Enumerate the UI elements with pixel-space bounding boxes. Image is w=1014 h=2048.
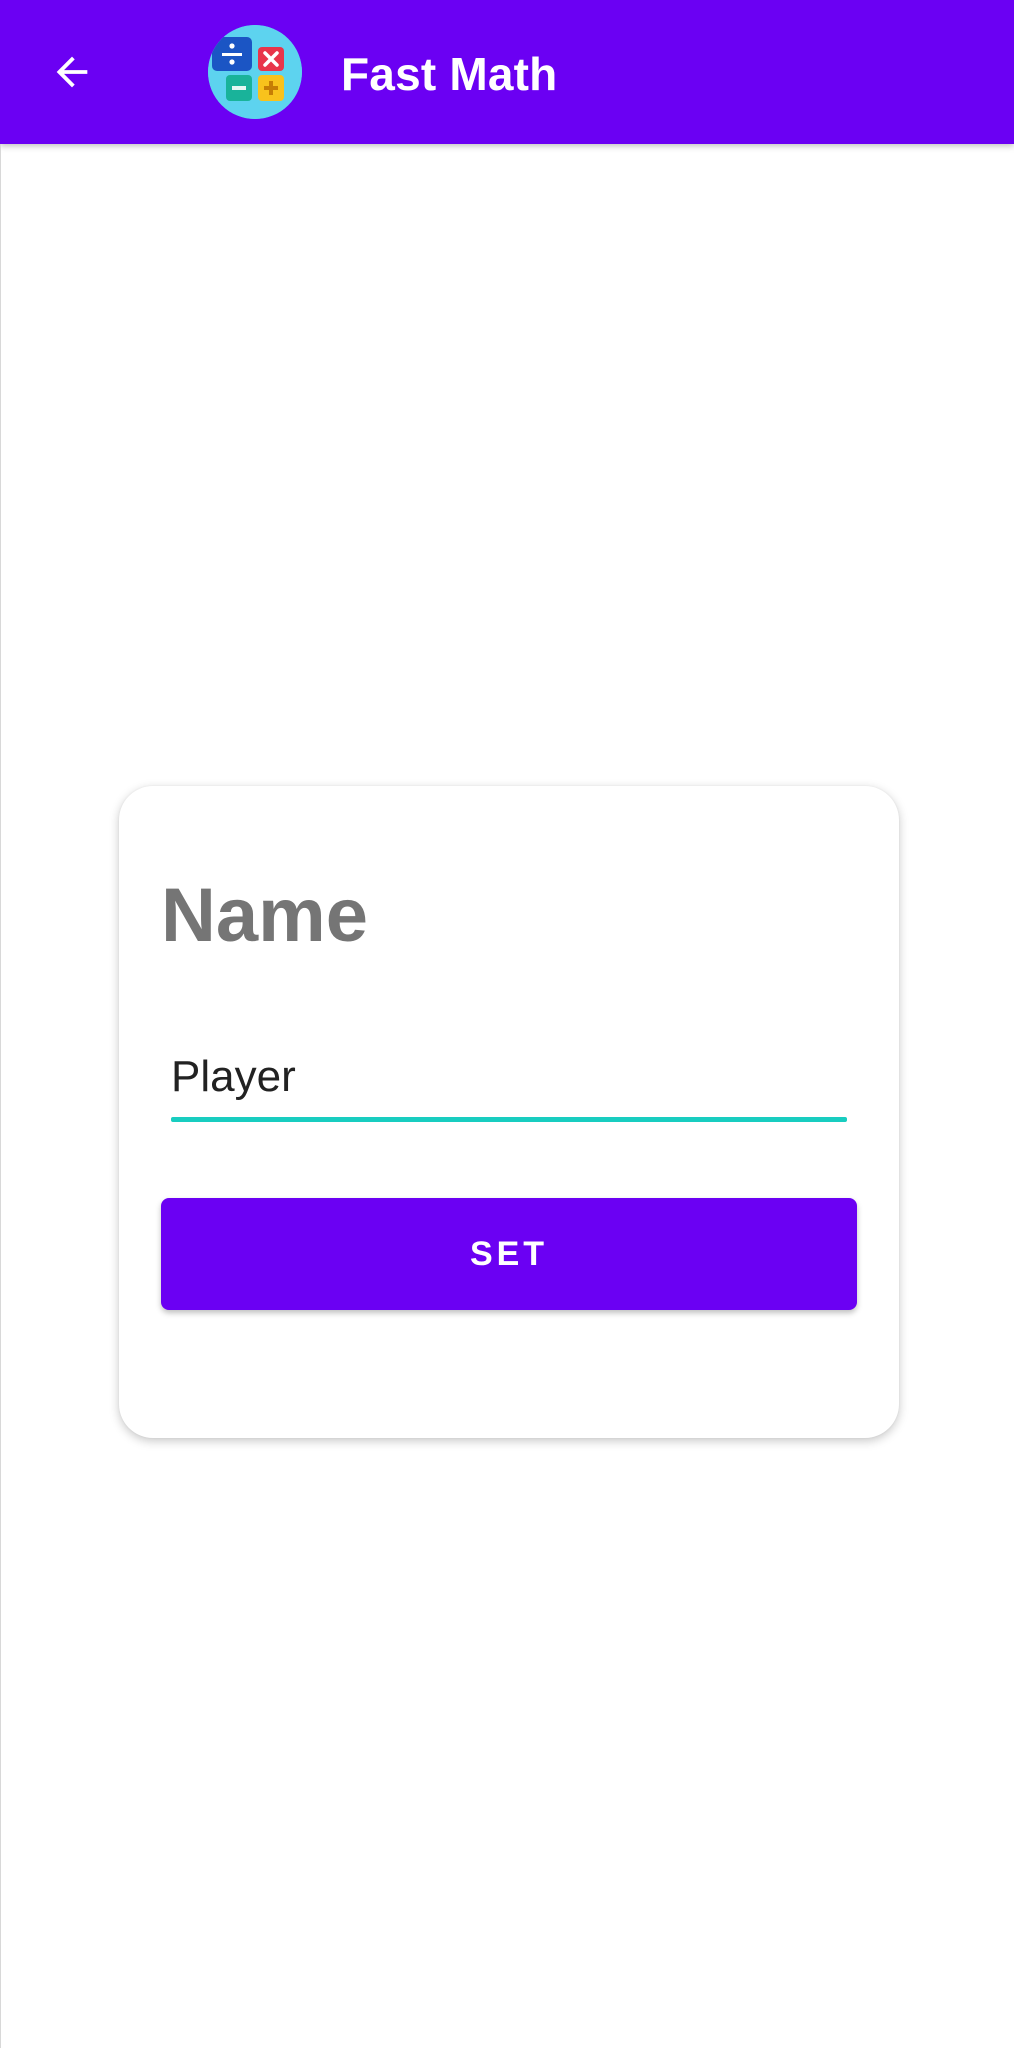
app-title: Fast Math (341, 48, 558, 100)
set-button[interactable]: SET (161, 1198, 857, 1310)
screen-edge-divider (0, 144, 1, 2048)
card-title: Name (161, 873, 368, 958)
top-app-bar: Fast Math (0, 0, 1014, 144)
arrow-left-icon (56, 56, 88, 88)
back-button[interactable] (42, 42, 102, 102)
name-input-underline (171, 1117, 847, 1122)
name-input[interactable] (171, 1044, 847, 1110)
name-card: Name SET (119, 786, 899, 1438)
math-operators-logo-icon (208, 25, 302, 119)
